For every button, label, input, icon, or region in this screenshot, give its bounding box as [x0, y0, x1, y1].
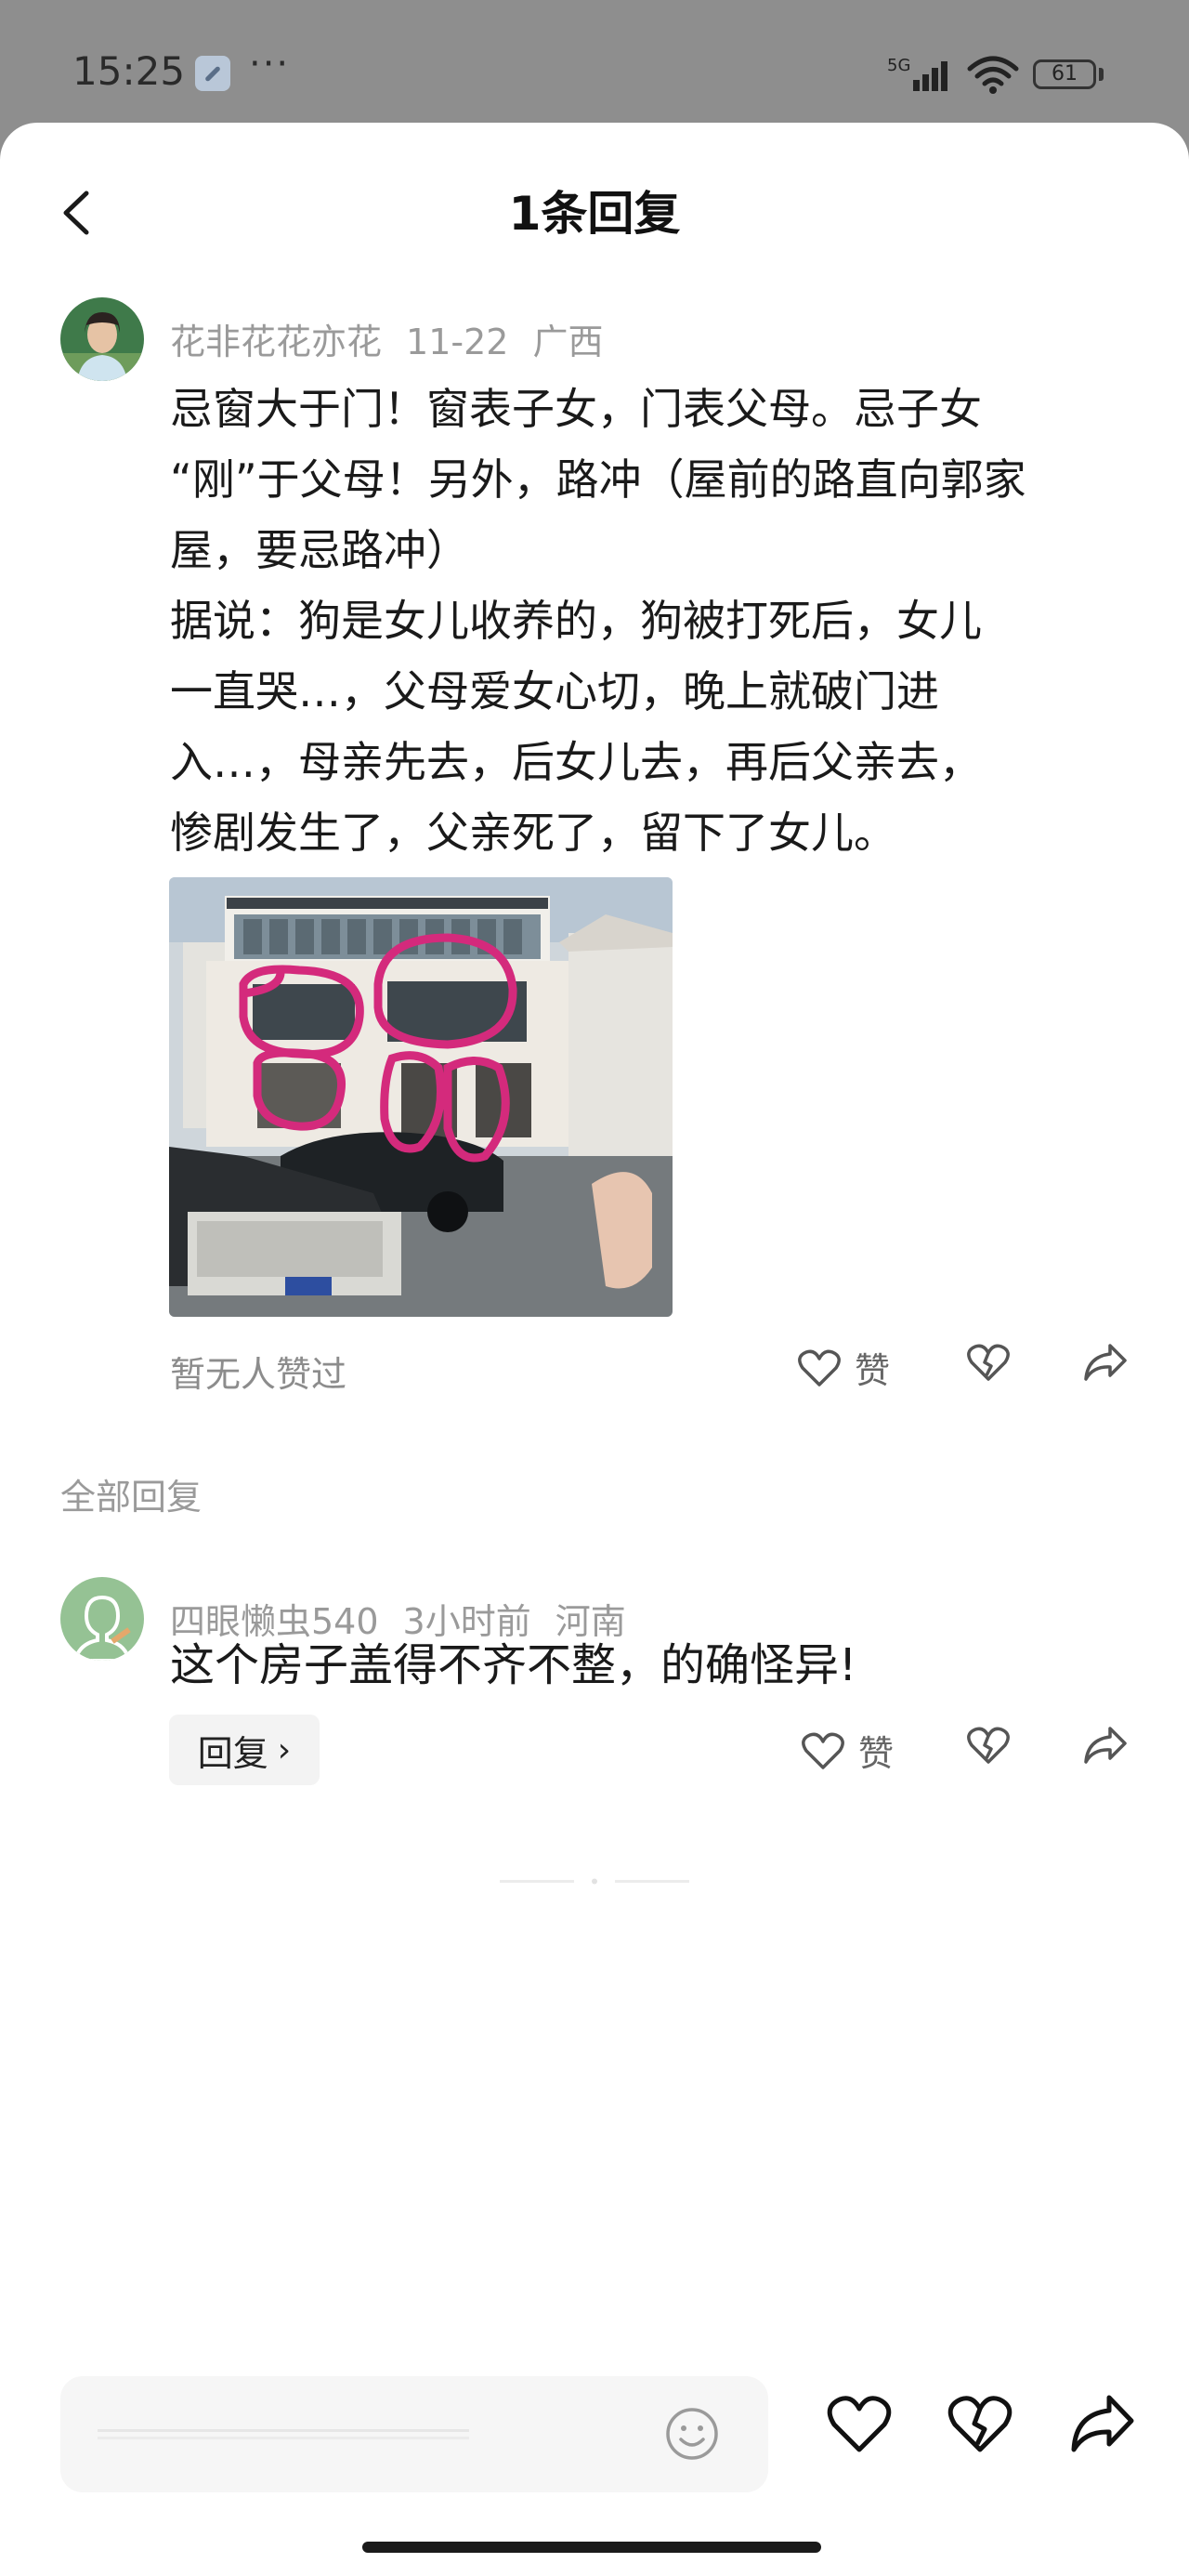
- reply-button-label: 回复: [197, 1732, 268, 1774]
- chevron-right-icon: ›: [277, 1730, 292, 1769]
- reply-text: 这个房子盖得不齐不整，的确怪异!: [170, 1639, 857, 1691]
- emoji-icon[interactable]: [664, 2406, 720, 2462]
- dislike-icon[interactable]: [966, 1342, 1011, 1383]
- home-indicator[interactable]: [362, 2542, 821, 2553]
- share-icon[interactable]: [1068, 2390, 1137, 2459]
- battery-icon: 61: [1033, 59, 1096, 89]
- end-of-list-indicator: [500, 1878, 689, 1885]
- comment-text: 忌窗大于门！窗表子女，门表父母。忌子女 “刚”于父母！另外，路冲（屋前的路直向郭…: [170, 384, 1026, 858]
- dislike-icon[interactable]: [946, 2390, 1014, 2459]
- battery-cap: [1099, 68, 1104, 81]
- comment-date: 11-22: [406, 322, 509, 362]
- share-icon[interactable]: [1082, 1725, 1129, 1766]
- wifi-icon: [967, 56, 1019, 94]
- avatar[interactable]: [60, 297, 144, 381]
- wrench-icon: [195, 56, 230, 91]
- signal-icon: 5G: [887, 56, 947, 91]
- comment-location: 广西: [532, 322, 604, 362]
- page-title: 1条回复: [508, 187, 681, 241]
- like-button[interactable]: 赞: [797, 1342, 890, 1393]
- heart-icon: [802, 1732, 844, 1769]
- reply-sheet: 1条回复 花非花花亦花 11-22 广西 忌窗大于门！窗表子女，门表父母。忌子女 “…: [0, 123, 1189, 2576]
- comment-photo[interactable]: [169, 877, 673, 1317]
- author-name[interactable]: 花非花花亦花: [170, 322, 382, 362]
- like-label: 赞: [858, 1733, 895, 1774]
- reply-button[interactable]: 回复 ›: [169, 1715, 320, 1785]
- like-label: 赞: [855, 1350, 891, 1391]
- status-time: 15:25: [72, 48, 186, 94]
- avatar[interactable]: [60, 1577, 144, 1661]
- reply-input[interactable]: [60, 2376, 768, 2492]
- no-likes-label: 暂无人赞过: [170, 1354, 347, 1395]
- heart-icon: [798, 1349, 841, 1387]
- input-placeholder-blur: [98, 2429, 469, 2439]
- network-type-label: 5G: [887, 56, 910, 75]
- status-bar: 15:25 ··· 5G 61: [0, 0, 1189, 125]
- share-icon[interactable]: [1082, 1342, 1129, 1383]
- all-replies-label: 全部回复: [60, 1477, 203, 1518]
- like-button[interactable]: 赞: [801, 1725, 894, 1776]
- comment-meta: 花非花花亦花 11-22 广西: [170, 313, 627, 364]
- more-notifications-icon: ···: [249, 43, 291, 85]
- dislike-icon[interactable]: [966, 1725, 1011, 1766]
- heart-icon[interactable]: [825, 2390, 894, 2459]
